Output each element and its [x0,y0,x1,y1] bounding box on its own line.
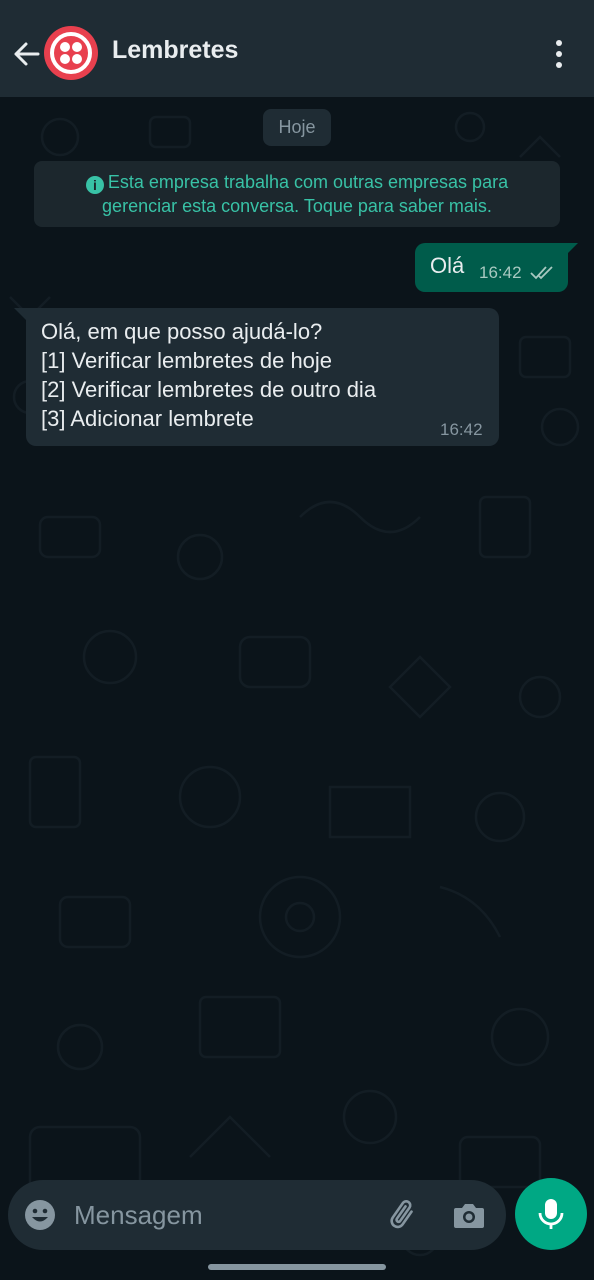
message-time: 16:42 [440,420,483,439]
incoming-bubble-tail [14,308,26,320]
message-line: [3] Adicionar lembrete [41,406,254,431]
twilio-logo-icon [50,32,92,74]
emoji-icon[interactable] [24,1199,56,1231]
chat-header: Lembretes [0,0,594,97]
chat-screen: Lembretes Hoje i Esta empresa trabalha c… [0,0,594,1280]
message-composer [8,1180,506,1250]
avatar[interactable] [44,26,98,80]
home-indicator[interactable] [208,1264,386,1270]
message-line: [1] Verificar lembretes de hoje [41,348,333,373]
message-text: Olá [430,253,465,278]
info-banner-line2: gerenciar esta conversa. Toque para sabe… [102,196,492,216]
message-input[interactable] [74,1196,374,1234]
incoming-message[interactable]: Olá, em que posso ajudá-lo? [1] Verifica… [26,308,499,446]
info-banner-line1: Esta empresa trabalha com outras empresa… [107,172,509,192]
camera-icon[interactable] [452,1198,486,1232]
chat-title[interactable]: Lembretes [112,36,238,65]
mic-button[interactable] [515,1178,587,1250]
more-options-icon[interactable] [545,38,573,70]
info-icon: i [85,176,104,194]
microphone-icon [538,1199,564,1229]
date-chip: Hoje [263,109,331,146]
message-list[interactable]: Hoje i Esta empresa trabalha com outras e… [0,97,594,1280]
message-time: 16:42 [479,263,522,282]
message-line: [2] Verificar lembretes de outro dia [41,377,377,402]
back-arrow-icon[interactable] [8,36,44,72]
outgoing-message[interactable]: Olá 16:42 [415,243,568,292]
message-line: Olá, em que posso ajudá-lo? [41,319,323,344]
business-info-banner[interactable]: i Esta empresa trabalha com outras empres… [34,161,560,227]
message-text: Olá, em que posso ajudá-lo? [1] Verifica… [41,317,376,433]
double-check-icon [530,266,553,280]
attach-clip-icon[interactable] [386,1197,422,1233]
